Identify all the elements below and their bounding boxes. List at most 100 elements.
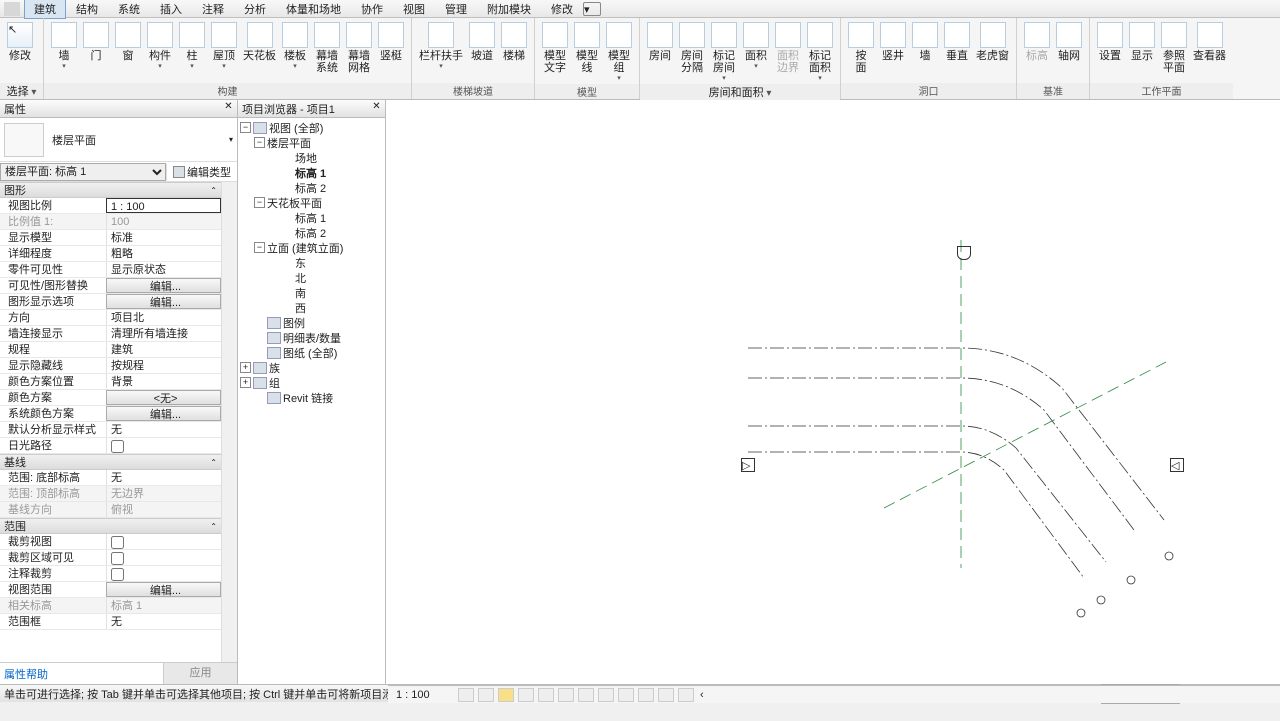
tree-node[interactable]: 标高 1 xyxy=(240,210,383,225)
ribbon-button[interactable]: 模型线 xyxy=(571,20,603,84)
temporary-hide-icon[interactable] xyxy=(618,688,634,702)
tree-node[interactable]: 标高 2 xyxy=(240,225,383,240)
ribbon-button[interactable]: 显示 xyxy=(1126,20,1158,83)
detail-level-icon[interactable] xyxy=(458,688,474,702)
chevron-left-icon[interactable]: ‹ xyxy=(700,689,704,701)
constraints-icon[interactable] xyxy=(678,688,694,702)
ribbon-button[interactable]: 门 xyxy=(80,20,112,83)
property-row[interactable]: 比例值 1:100 xyxy=(0,214,221,230)
property-row[interactable]: 详细程度粗略 xyxy=(0,246,221,262)
property-row[interactable]: 默认分析显示样式无 xyxy=(0,422,221,438)
close-icon[interactable]: ✕ xyxy=(223,102,234,113)
worksharing-icon[interactable] xyxy=(658,688,674,702)
menu-structure[interactable]: 结构 xyxy=(66,0,108,19)
tree-node[interactable]: 东 xyxy=(240,255,383,270)
ribbon-button[interactable]: 轴网 xyxy=(1053,20,1085,83)
ribbon-button[interactable]: 老虎窗 xyxy=(973,20,1012,83)
menu-manage[interactable]: 管理 xyxy=(435,0,477,19)
unhide-icon[interactable] xyxy=(598,688,614,702)
menu-massing[interactable]: 体量和场地 xyxy=(276,0,351,19)
menu-insert[interactable]: 插入 xyxy=(150,0,192,19)
property-row[interactable]: 显示隐藏线按规程 xyxy=(0,358,221,374)
scrollbar[interactable] xyxy=(221,182,237,662)
ribbon-button[interactable]: 房间分隔 xyxy=(676,20,708,84)
select-panel-label[interactable]: 选择 ▾ xyxy=(0,83,43,99)
elevation-east-icon[interactable]: ◁ xyxy=(1170,458,1184,472)
ribbon-button[interactable]: 天花板 xyxy=(240,20,279,83)
reveal-icon[interactable] xyxy=(638,688,654,702)
info-dropdown-icon[interactable]: ▾ xyxy=(583,2,601,16)
ribbon-button[interactable]: 楼板▾ xyxy=(279,20,311,83)
property-row[interactable]: 注释裁剪 xyxy=(0,566,221,582)
tree-node[interactable]: 图纸 (全部) xyxy=(240,345,383,360)
ribbon-button[interactable]: 柱▾ xyxy=(176,20,208,83)
ribbon-button[interactable]: 查看器 xyxy=(1190,20,1229,83)
tree-node[interactable]: 北 xyxy=(240,270,383,285)
tree-node[interactable]: 图例 xyxy=(240,315,383,330)
ribbon-button[interactable]: 楼梯 xyxy=(498,20,530,83)
properties-help-link[interactable]: 属性帮助 xyxy=(0,663,163,684)
tree-node[interactable]: +族 xyxy=(240,360,383,375)
tree-node[interactable]: −立面 (建筑立面) xyxy=(240,240,383,255)
type-selector[interactable]: 楼层平面 ▾ xyxy=(0,118,237,162)
ribbon-button[interactable]: 墙▾ xyxy=(48,20,80,83)
tree-node[interactable]: −视图 (全部) xyxy=(240,120,383,135)
ribbon-button[interactable]: 屋顶▾ xyxy=(208,20,240,83)
ribbon-button[interactable]: 窗 xyxy=(112,20,144,83)
ribbon-button[interactable]: 标高 xyxy=(1021,20,1053,83)
property-category[interactable]: 范围⌃ xyxy=(0,518,221,534)
property-row[interactable]: 颜色方案位置背景 xyxy=(0,374,221,390)
ribbon-button[interactable]: 构件▾ xyxy=(144,20,176,83)
property-row[interactable]: 零件可见性显示原状态 xyxy=(0,262,221,278)
sun-path-icon[interactable] xyxy=(498,688,514,702)
ribbon-button[interactable]: 竖井 xyxy=(877,20,909,83)
property-row[interactable]: 墙连接显示清理所有墙连接 xyxy=(0,326,221,342)
tree-node[interactable]: 南 xyxy=(240,285,383,300)
property-row[interactable]: 范围: 顶部标高无边界 xyxy=(0,486,221,502)
elevation-north-icon[interactable] xyxy=(957,246,971,260)
tree-node[interactable]: −天花板平面 xyxy=(240,195,383,210)
ribbon-button[interactable]: 栏杆扶手▾ xyxy=(416,20,466,83)
modify-button[interactable]: ↖修改 xyxy=(4,20,36,83)
tree-node[interactable]: 明细表/数量 xyxy=(240,330,383,345)
menu-annotate[interactable]: 注释 xyxy=(192,0,234,19)
menu-view[interactable]: 视图 xyxy=(393,0,435,19)
ribbon-button[interactable]: 设置 xyxy=(1094,20,1126,83)
ribbon-button[interactable]: 模型文字 xyxy=(539,20,571,84)
property-row[interactable]: 裁剪视图 xyxy=(0,534,221,550)
property-row[interactable]: 相关标高标高 1 xyxy=(0,598,221,614)
ribbon-button[interactable]: 面积边界 xyxy=(772,20,804,84)
instance-selector[interactable]: 楼层平面: 标高 1 xyxy=(0,163,166,181)
ribbon-button[interactable]: 垂直 xyxy=(941,20,973,83)
menu-collab[interactable]: 协作 xyxy=(351,0,393,19)
menu-analyze[interactable]: 分析 xyxy=(234,0,276,19)
ribbon-button[interactable]: 标记房间▾ xyxy=(708,20,740,84)
apply-button[interactable]: 应用 xyxy=(163,663,237,684)
ribbon-button[interactable]: 墙 xyxy=(909,20,941,83)
menu-addins[interactable]: 附加模块 xyxy=(477,0,541,19)
ribbon-button[interactable]: 面积▾ xyxy=(740,20,772,84)
ribbon-button[interactable]: 竖梃 xyxy=(375,20,407,83)
visual-style-icon[interactable] xyxy=(478,688,494,702)
property-row[interactable]: 基线方向俯视 xyxy=(0,502,221,518)
property-row[interactable]: 颜色方案<无> xyxy=(0,390,221,406)
property-row[interactable]: 可见性/图形替换编辑... xyxy=(0,278,221,294)
menu-architecture[interactable]: 建筑 xyxy=(24,0,66,19)
close-icon[interactable]: ✕ xyxy=(371,102,382,113)
view-scale[interactable]: 1 : 100 xyxy=(396,689,456,701)
crop-view-icon[interactable] xyxy=(558,688,574,702)
rendering-icon[interactable] xyxy=(538,688,554,702)
property-row[interactable]: 方向项目北 xyxy=(0,310,221,326)
ribbon-button[interactable]: 幕墙网格 xyxy=(343,20,375,83)
property-row[interactable]: 视图范围编辑... xyxy=(0,582,221,598)
tree-node[interactable]: 场地 xyxy=(240,150,383,165)
property-row[interactable]: 显示模型标准 xyxy=(0,230,221,246)
property-row[interactable]: 裁剪区域可见 xyxy=(0,550,221,566)
tree-node[interactable]: −楼层平面 xyxy=(240,135,383,150)
elevation-west-icon[interactable]: ▷ xyxy=(741,458,755,472)
property-row[interactable]: 规程建筑 xyxy=(0,342,221,358)
tree-node[interactable]: +组 xyxy=(240,375,383,390)
property-row[interactable]: 视图比例1 : 100 xyxy=(0,198,221,214)
property-row[interactable]: 系统颜色方案编辑... xyxy=(0,406,221,422)
property-row[interactable]: 范围框无 xyxy=(0,614,221,630)
